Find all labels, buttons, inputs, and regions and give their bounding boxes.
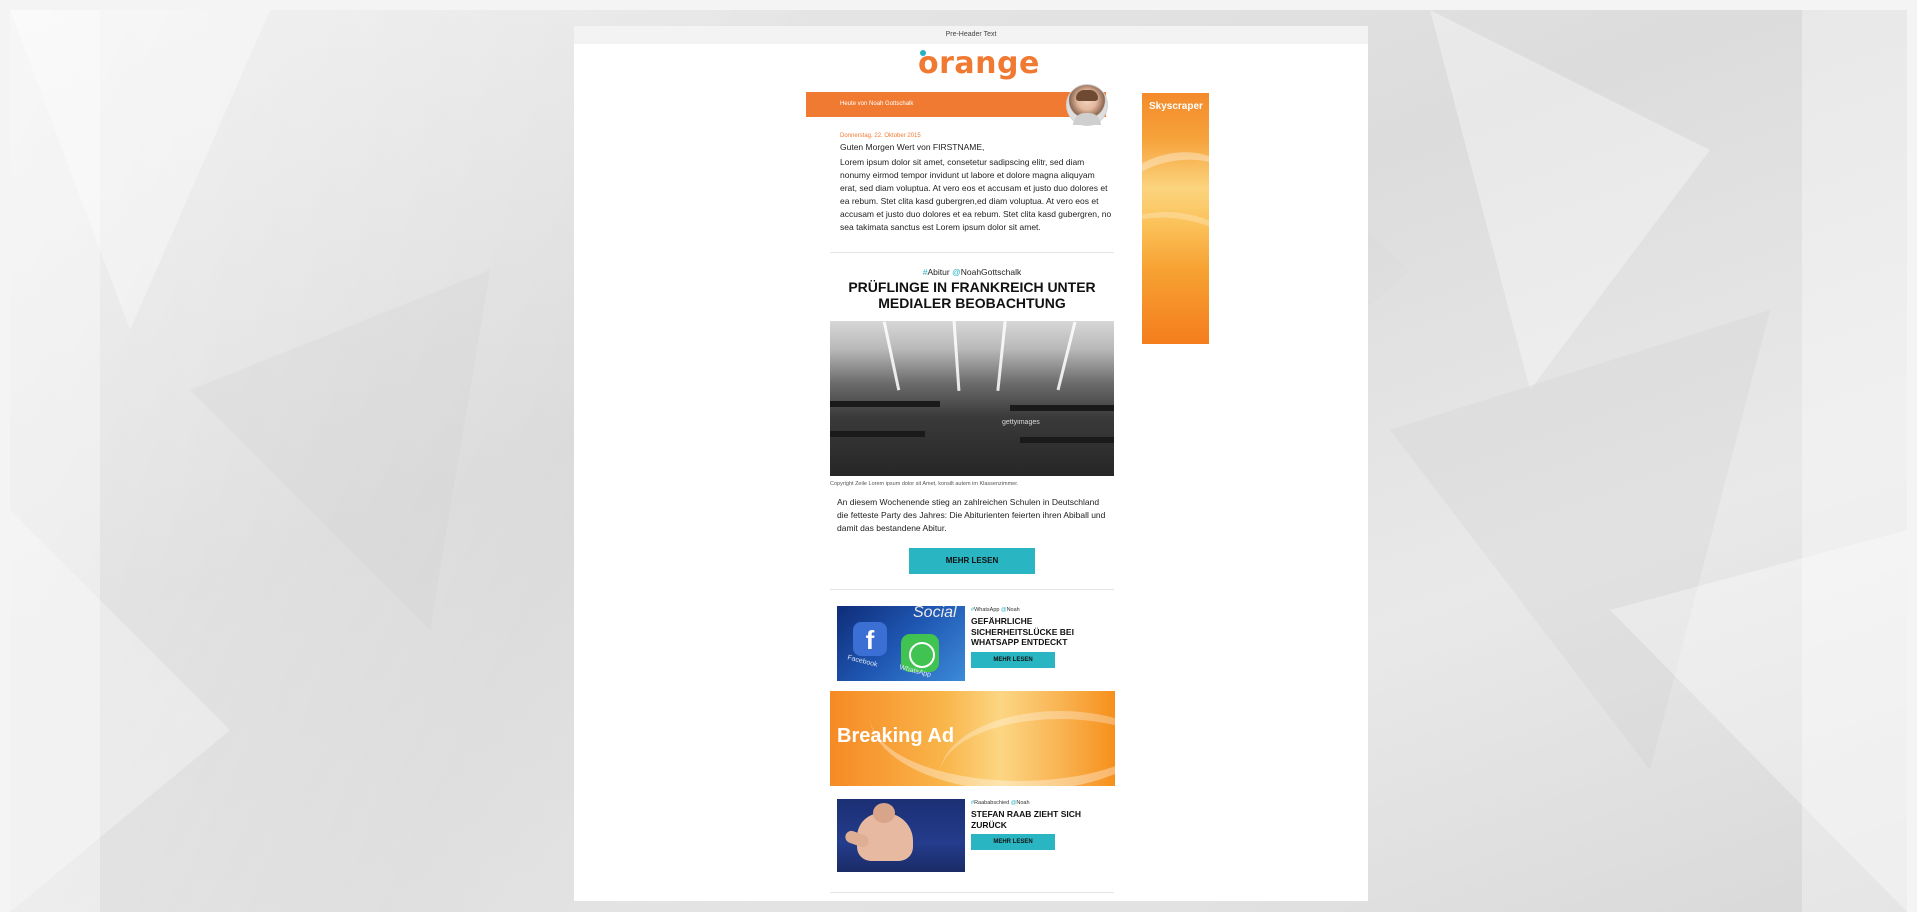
- article-3-tags: #Raababschied @Noah: [971, 800, 1030, 806]
- article-2-title[interactable]: Gefährliche Sicherheitslücke bei WhatsAp…: [971, 616, 1099, 648]
- skyscraper-label: Skyscraper: [1149, 101, 1203, 112]
- image-caption: Copyright Zeile Lorem ipsum dolor sit Am…: [830, 481, 1019, 487]
- avatar-shirt: [1073, 113, 1101, 125]
- main-article-tags: #Abitur @NoahGottschalk: [830, 267, 1114, 277]
- ad-wave: [1142, 200, 1209, 322]
- image-figure-head: [873, 803, 895, 823]
- article-2-read-more-button[interactable]: Mehr lesen: [971, 652, 1055, 668]
- left-side-panel: [10, 10, 100, 912]
- logo-dot-icon: [920, 50, 926, 56]
- mention-link[interactable]: Noah: [1007, 607, 1020, 613]
- image-desk-row: [1010, 405, 1114, 411]
- article-2-tags: #WhatsApp @Noah: [971, 607, 1020, 613]
- main-article-headline[interactable]: Prüflinge in Frankreich unter medialer B…: [830, 279, 1114, 311]
- author-header-bar: Heute von Noah Gottschalk: [806, 92, 1106, 117]
- greeting-text: Guten Morgen Wert von FIRSTNAME,: [840, 142, 985, 152]
- avatar-hair: [1076, 90, 1098, 101]
- breaking-ad-label: Breaking Ad: [837, 725, 955, 747]
- divider: [830, 252, 1114, 253]
- author-byline: Heute von Noah Gottschalk: [840, 101, 914, 107]
- main-article-teaser: An diesem Wochenende stieg an zahlreiche…: [837, 497, 1106, 533]
- mention-link[interactable]: NoahGottschalk: [961, 267, 1021, 277]
- logo-text: orange: [918, 46, 1040, 81]
- main-article-image[interactable]: gettyimages: [830, 321, 1114, 476]
- image-watermark: gettyimages: [1002, 419, 1040, 426]
- image-light-streak: [952, 321, 961, 392]
- divider: [830, 892, 1114, 893]
- skyscraper-ad[interactable]: Skyscraper: [1142, 93, 1209, 344]
- whatsapp-article-image[interactable]: Social f Facebook WhatsApp: [837, 606, 965, 681]
- mention-link[interactable]: Noah: [1016, 800, 1029, 806]
- main-read-more-button[interactable]: Mehr lesen: [909, 548, 1035, 574]
- newsletter-date: Donnerstag, 22. Oktober 2015: [840, 133, 921, 139]
- author-avatar: [1066, 84, 1108, 126]
- facebook-icon-letter: f: [865, 625, 875, 655]
- image-desk-row: [1020, 437, 1114, 443]
- image-light-streak: [1056, 321, 1077, 391]
- hashtag-link[interactable]: WhatsApp: [974, 607, 999, 613]
- image-text-facebook: Facebook: [846, 654, 879, 669]
- article-3-read-more-button[interactable]: Mehr lesen: [971, 834, 1055, 850]
- right-side-panel: [1802, 10, 1907, 912]
- image-light-streak: [996, 321, 1007, 391]
- article-3-title[interactable]: Stefan Raab zieht sich zurück: [971, 809, 1101, 830]
- image-desk-row: [830, 401, 940, 407]
- intro-paragraph: Lorem ipsum dolor sit amet, consetetur s…: [840, 157, 1112, 232]
- image-desk-row: [830, 431, 925, 437]
- preheader-text: Pre-Header Text: [574, 26, 1368, 44]
- orange-logo[interactable]: orange: [918, 46, 1039, 82]
- divider: [830, 589, 1114, 590]
- mention-symbol: @: [952, 267, 961, 277]
- image-light-streak: [882, 321, 901, 391]
- breaking-ad-banner[interactable]: Breaking Ad: [830, 691, 1115, 786]
- hashtag-link[interactable]: Abitur: [928, 267, 950, 277]
- whatsapp-bubble: [909, 642, 935, 668]
- raab-article-image[interactable]: [837, 799, 965, 872]
- facebook-icon: f: [853, 622, 887, 656]
- email-container: Pre-Header Text orange Heute von Noah Go…: [574, 26, 1368, 901]
- hashtag-link[interactable]: Raababschied: [974, 800, 1009, 806]
- image-text-social: Social: [913, 606, 957, 621]
